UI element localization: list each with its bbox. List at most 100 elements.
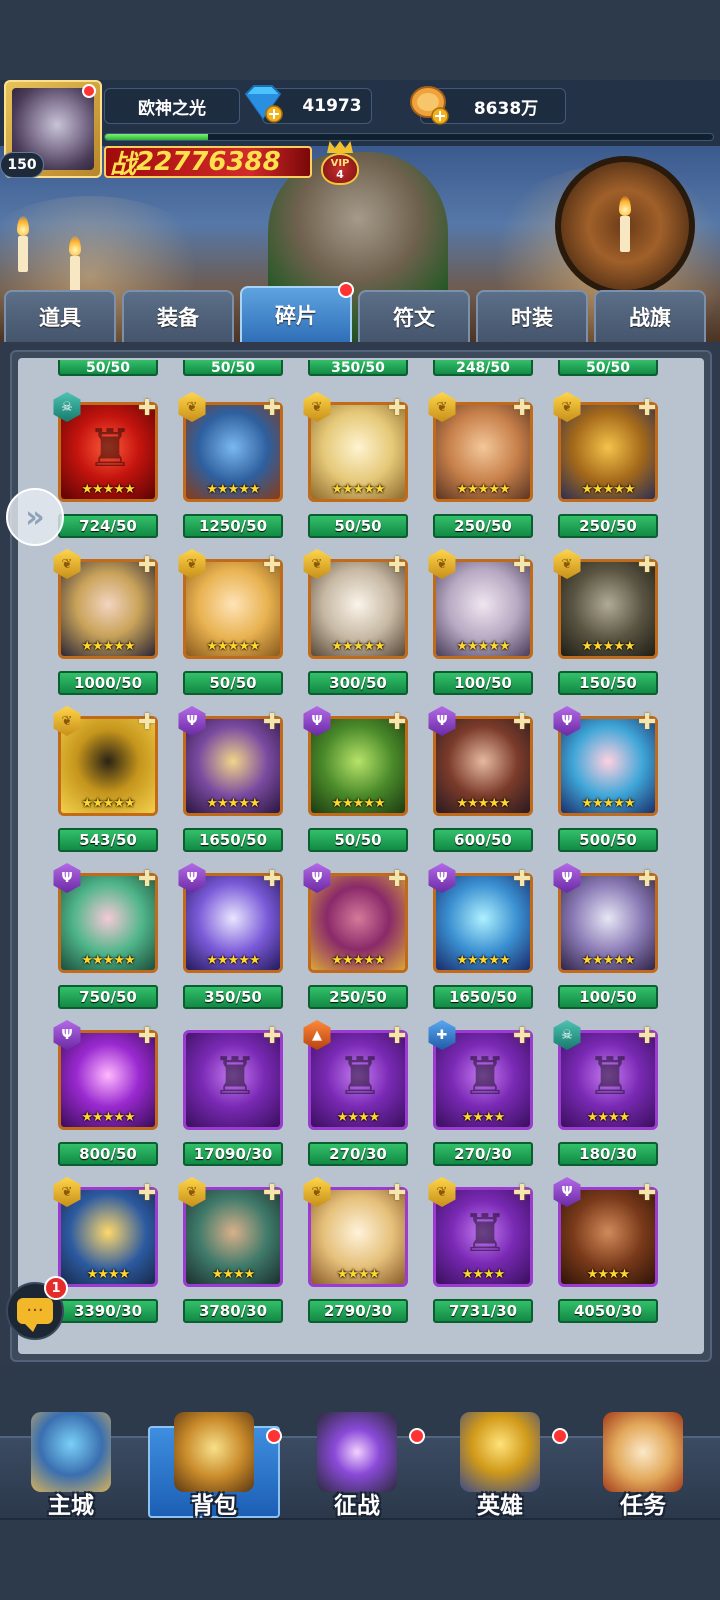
- fragment-count-partial: 50/50: [183, 360, 283, 376]
- nav-item-1[interactable]: 背包: [144, 1400, 284, 1520]
- fragment-item[interactable]: ★★★★★ Ψ ✚ 1650/50: [175, 706, 285, 866]
- fragment-item[interactable]: ♜ ★★★★ ▲ ✚ 270/30: [300, 1020, 410, 1180]
- fragment-count: 250/50: [433, 514, 533, 538]
- nav-label: 主城: [48, 1493, 94, 1519]
- fragment-item[interactable]: ★★★★ ❦ ✚ 3780/30: [175, 1177, 285, 1337]
- fragment-item[interactable]: ★★★★ Ψ ✚ 4050/30: [550, 1177, 660, 1337]
- fragment-item[interactable]: ★★★★ ❦ ✚ 3390/30: [50, 1177, 160, 1337]
- fragment-item[interactable]: ♜ ★★★★ ✚ ✚ 270/30: [425, 1020, 535, 1180]
- nav-item-3[interactable]: 英雄: [430, 1400, 570, 1520]
- fragment-count: 150/50: [558, 671, 658, 695]
- diamond-add-icon[interactable]: [240, 84, 286, 124]
- fragment-item[interactable]: ★★★★★ Ψ ✚ 350/50: [175, 863, 285, 1023]
- fragment-item[interactable]: ★★★★★ ❦ ✚ 300/50: [300, 549, 410, 709]
- tab-0[interactable]: 道具: [4, 290, 116, 342]
- star-rating: ★★★★: [461, 1267, 506, 1282]
- fragment-item[interactable]: ★★★★★ ❦ ✚ 50/50: [300, 392, 410, 552]
- crown-icon: [327, 141, 353, 153]
- tab-5[interactable]: 战旗: [594, 290, 706, 342]
- helmet-icon: [460, 1412, 540, 1492]
- tab-label: 时装: [511, 306, 553, 330]
- tab-label: 道具: [39, 306, 81, 330]
- tab-3[interactable]: 符文: [358, 290, 470, 342]
- fragment-puzzle-icon: ✚: [638, 867, 657, 892]
- fragment-item[interactable]: ★★★★★ ❦ ✚ 150/50: [550, 549, 660, 709]
- exp-progress-fill: [105, 134, 209, 140]
- star-rating: ★★★★: [586, 1110, 631, 1125]
- fragment-item[interactable]: ★★★★★ Ψ ✚ 800/50: [50, 1020, 160, 1180]
- fragment-item[interactable]: ★★★★★ ❦ ✚ 250/50: [425, 392, 535, 552]
- flame-icon: [619, 196, 631, 216]
- fragment-puzzle-icon: ✚: [138, 396, 157, 421]
- fragment-count: 800/50: [58, 1142, 158, 1166]
- scroll-icon: [603, 1412, 683, 1492]
- star-rating: ★★★★★: [456, 639, 510, 654]
- notification-dot: [82, 84, 96, 98]
- combat-power: 战 22776388: [104, 146, 312, 180]
- fragment-item[interactable]: ★★★★★ Ψ ✚ 750/50: [50, 863, 160, 1023]
- fragment-count: 300/50: [308, 671, 408, 695]
- star-rating: ★★★★★: [331, 796, 385, 811]
- star-rating: ★★★★: [211, 1267, 256, 1282]
- star-rating: ★★★★: [336, 1267, 381, 1282]
- fragment-count: 1250/50: [183, 514, 283, 538]
- fragment-count-partial: 50/50: [58, 360, 158, 376]
- nav-item-0[interactable]: 主城: [1, 1400, 141, 1520]
- fragment-scroll-area[interactable]: 50/50 50/50 350/50 248/50 50/50 ♜ ★★★★★ ☠ ✚ 724/5…: [18, 358, 704, 1354]
- fragment-item[interactable]: ★★★★★ Ψ ✚ 250/50: [300, 863, 410, 1023]
- fragment-puzzle-icon: ✚: [513, 396, 532, 421]
- fragment-puzzle-icon: ✚: [263, 1024, 282, 1049]
- flame-icon: [69, 236, 81, 256]
- fragment-item[interactable]: ★★★★★ ❦ ✚ 1000/50: [50, 549, 160, 709]
- fragment-item[interactable]: ♜ ★★★★ ☠ ✚ 180/30: [550, 1020, 660, 1180]
- star-rating: ★★★★★: [581, 639, 635, 654]
- star-rating: ★★★★★: [331, 953, 385, 968]
- fragment-item[interactable]: ♜ ✚ 17090/30: [175, 1024, 285, 1180]
- fragment-item[interactable]: ★★★★★ ❦ ✚ 250/50: [550, 392, 660, 552]
- fragment-item[interactable]: ★★★★★ Ψ ✚ 100/50: [550, 863, 660, 1023]
- nav-label: 征战: [334, 1493, 380, 1519]
- fragment-puzzle-icon: ✚: [513, 1181, 532, 1206]
- nav-item-2[interactable]: 征战: [287, 1400, 427, 1520]
- fragment-item[interactable]: ★★★★★ Ψ ✚ 50/50: [300, 706, 410, 866]
- nav-label: 英雄: [477, 1493, 523, 1519]
- fragment-item[interactable]: ★★★★★ Ψ ✚ 500/50: [550, 706, 660, 866]
- fragment-count: 3780/30: [183, 1299, 283, 1323]
- fragment-count: 100/50: [558, 985, 658, 1009]
- fragment-item[interactable]: ★★★★ ❦ ✚ 2790/30: [300, 1177, 410, 1337]
- star-rating: ★★★★★: [81, 639, 135, 654]
- fragment-item[interactable]: ★★★★★ ❦ ✚ 543/50: [50, 706, 160, 866]
- star-rating: ★★★★: [86, 1267, 131, 1282]
- tab-4[interactable]: 时装: [476, 290, 588, 342]
- puzzle-silhouette-icon: ♜: [461, 1204, 509, 1264]
- fragment-count: 7731/30: [433, 1299, 533, 1323]
- fragment-item[interactable]: ♜ ★★★★★ ☠ ✚ 724/50: [50, 392, 160, 552]
- fragment-puzzle-icon: ✚: [513, 710, 532, 735]
- fragment-puzzle-icon: ✚: [513, 553, 532, 578]
- fragment-count: 50/50: [308, 514, 408, 538]
- fragment-count: 17090/30: [183, 1142, 283, 1166]
- player-name: 欧神之光: [104, 88, 240, 124]
- star-rating: ★★★★★: [206, 796, 260, 811]
- fragment-count: 270/30: [433, 1142, 533, 1166]
- gold-add-icon[interactable]: [408, 84, 452, 126]
- tab-2[interactable]: 碎片: [240, 282, 354, 342]
- candle-icon: [18, 236, 28, 272]
- fragment-item[interactable]: ★★★★★ ❦ ✚ 1250/50: [175, 392, 285, 552]
- fragment-item[interactable]: ★★★★★ ❦ ✚ 100/50: [425, 549, 535, 709]
- power-value: 22776388: [136, 147, 281, 177]
- fragment-item[interactable]: ★★★★★ Ψ ✚ 1650/50: [425, 863, 535, 1023]
- fragment-count: 1000/50: [58, 671, 158, 695]
- fragment-item[interactable]: ♜ ★★★★ ❦ ✚ 7731/30: [425, 1177, 535, 1337]
- nav-item-4[interactable]: 任务: [573, 1400, 713, 1520]
- fragment-item[interactable]: ★★★★★ ❦ ✚ 50/50: [175, 549, 285, 709]
- star-rating: ★★★★★: [456, 482, 510, 497]
- vip-badge[interactable]: VIP 4: [320, 140, 360, 186]
- castle-icon: [31, 1412, 111, 1492]
- chest-icon: [174, 1412, 254, 1492]
- fragment-puzzle-icon: ✚: [638, 396, 657, 421]
- star-rating: ★★★★: [336, 1110, 381, 1125]
- tab-1[interactable]: 装备: [122, 290, 234, 342]
- fragment-item[interactable]: ★★★★★ Ψ ✚ 600/50: [425, 706, 535, 866]
- expand-sidebar-button[interactable]: »: [6, 488, 64, 546]
